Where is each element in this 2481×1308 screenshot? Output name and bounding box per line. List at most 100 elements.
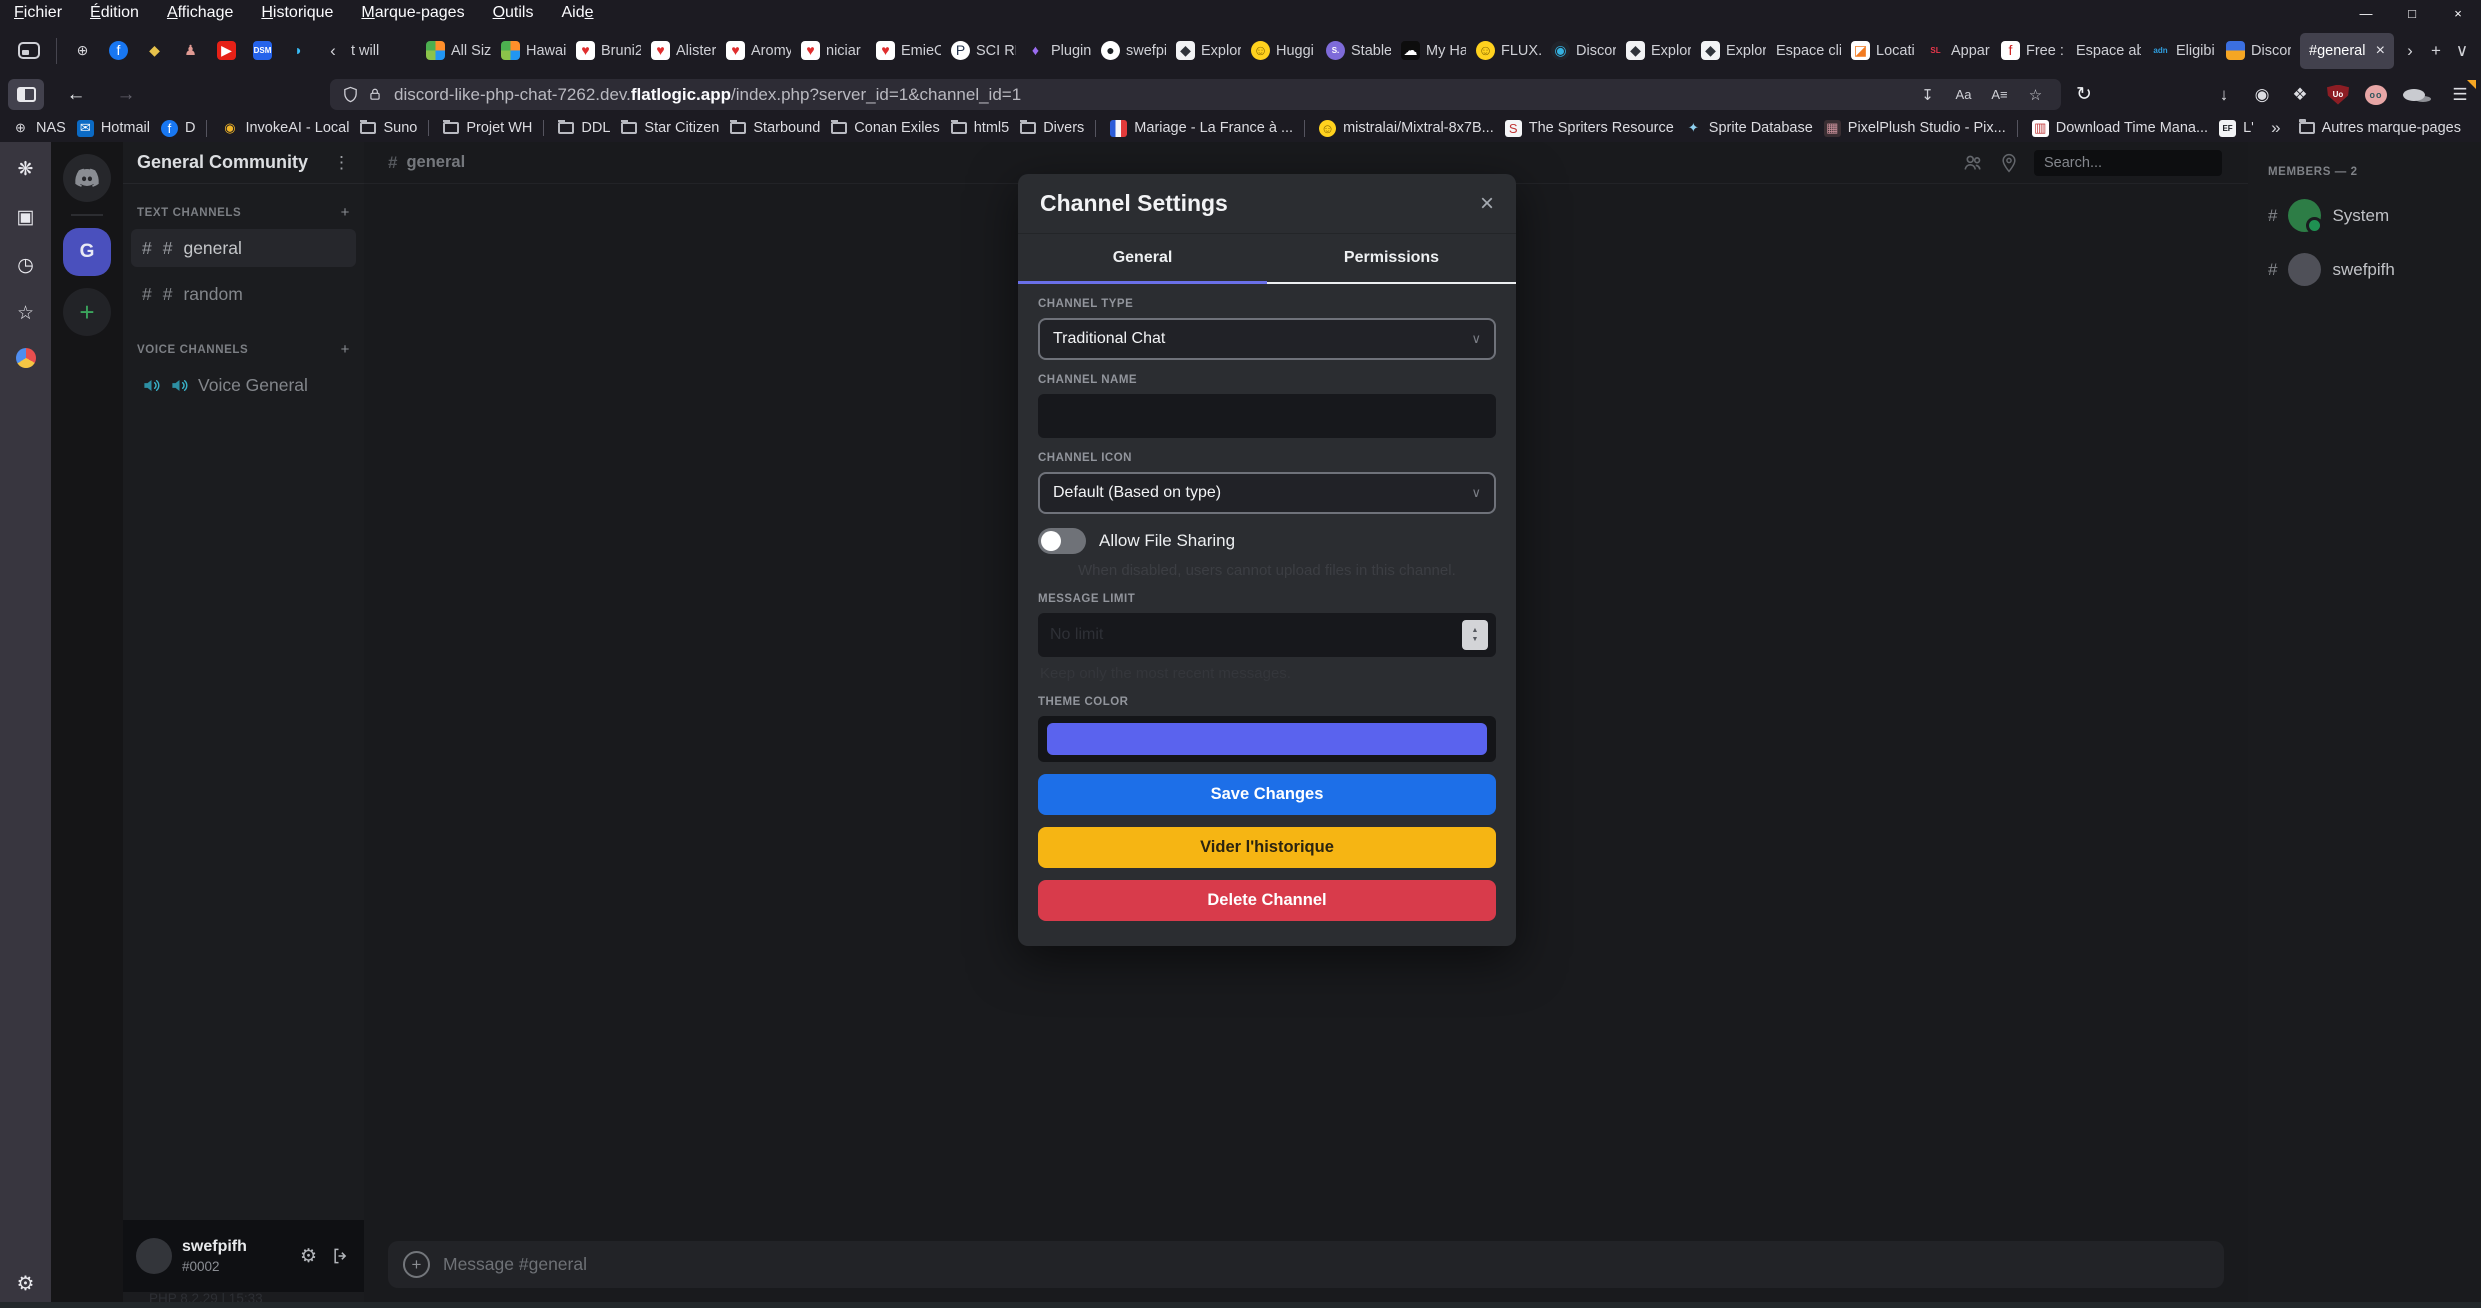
bookmark-item[interactable]: html5 — [951, 120, 1009, 136]
add-text-channel-icon[interactable]: + — [341, 204, 350, 221]
save-page-icon[interactable]: ↧ — [1914, 86, 1941, 104]
browser-tab[interactable]: ● swefpi — [1096, 33, 1171, 69]
screen-share-icon[interactable]: ▣ — [13, 204, 39, 230]
menu-item[interactable]: Marque-pages — [361, 4, 464, 22]
browser-tab[interactable]: Espace ab — [2071, 33, 2146, 69]
attach-plus-icon[interactable]: + — [403, 1251, 430, 1278]
bookmark-item[interactable]: Star Citizen — [621, 120, 719, 136]
close-tab-icon[interactable]: × — [2376, 42, 2385, 60]
member-item[interactable]: # System — [2248, 199, 2481, 232]
robot-extension-icon[interactable]: oo — [2365, 85, 2387, 105]
bookmarks-star-icon[interactable]: ☆ — [13, 300, 39, 326]
bookmark-item[interactable]: EF L'Encyclopédie Fantast... — [2219, 120, 2253, 137]
theme-color-picker[interactable] — [1038, 716, 1496, 762]
bookmark-item[interactable]: Starbound — [730, 120, 820, 136]
message-limit-input[interactable]: No limit ▲ ▼ — [1038, 613, 1496, 657]
active-tab[interactable]: #general × — [2300, 33, 2394, 69]
translate-icon[interactable]: Aa — [1950, 87, 1977, 102]
bookmark-item[interactable]: Suno — [360, 120, 417, 136]
browser-tab[interactable]: ♥ Aromy — [721, 33, 796, 69]
modal-action-button[interactable]: Vider l'historique — [1038, 827, 1496, 868]
browser-tab[interactable]: f Free : — [1996, 33, 2071, 69]
settings-gear-icon[interactable]: ⚙ — [300, 1245, 317, 1268]
browser-tab[interactable]: ☺ FLUX.2 — [1471, 33, 1546, 69]
scroll-tabs-left-icon[interactable]: ‹ — [320, 36, 346, 66]
menu-item[interactable]: Fichier — [14, 4, 62, 22]
channel-icon-select[interactable]: Default (Based on type) ∨ — [1038, 472, 1496, 514]
history-clock-icon[interactable]: ◷ — [13, 252, 39, 278]
browser-tab[interactable]: ♥ Bruni2 — [571, 33, 646, 69]
browser-tab[interactable]: ♥ EmieO — [871, 33, 946, 69]
downloads-icon[interactable]: ↓ — [2213, 83, 2235, 107]
tab-permissions[interactable]: Permissions — [1267, 234, 1516, 284]
minimize-icon[interactable]: — — [2343, 0, 2389, 26]
other-bookmarks-button[interactable]: Autres marque-pages — [2299, 120, 2461, 136]
forward-button[interactable]: → — [108, 79, 144, 110]
browser-tab[interactable]: ♦ Plugin — [1021, 33, 1096, 69]
browser-tab[interactable]: ☁ My Ha — [1396, 33, 1471, 69]
bookmarks-overflow-icon[interactable]: » — [2253, 118, 2298, 138]
browser-tab[interactable]: P SCI RE — [946, 33, 1021, 69]
bookmark-item[interactable]: Mariage - La France à ... — [1095, 120, 1293, 137]
bookmark-item[interactable]: Divers — [1020, 120, 1084, 136]
menu-hamburger-icon[interactable]: ☰ — [2449, 83, 2471, 107]
logout-icon[interactable] — [331, 1246, 351, 1266]
menu-item[interactable]: Affichage — [167, 4, 233, 22]
shield-icon[interactable] — [342, 85, 359, 104]
bookmark-item[interactable]: ☺ mistralai/Mixtral-8x7B... — [1304, 120, 1494, 137]
file-sharing-toggle[interactable] — [1038, 528, 1086, 554]
ai-chatbot-icon[interactable]: ❋ — [13, 156, 39, 182]
browser-tab[interactable]: t will — [346, 33, 421, 69]
tabs-dropdown-icon[interactable]: ∨ — [2449, 36, 2475, 66]
browser-tab[interactable]: ◆ Explor — [1621, 33, 1696, 69]
scroll-tabs-right-icon[interactable]: › — [2397, 36, 2423, 66]
browser-tab[interactable]: All Siz — [421, 33, 496, 69]
bookmark-item[interactable]: DDL — [543, 120, 610, 136]
member-item[interactable]: # swefpifh — [2248, 253, 2481, 286]
browser-tab[interactable]: Discor — [2221, 33, 2296, 69]
menu-item[interactable]: Outils — [493, 4, 534, 22]
browser-tab[interactable]: Espace clie — [1771, 33, 1846, 69]
bookmark-item[interactable]: Conan Exiles — [831, 120, 939, 136]
pinned-tab-globe[interactable]: ⊕ — [73, 41, 92, 60]
browser-tab[interactable]: ◪ Locati — [1846, 33, 1921, 69]
channel-item[interactable]: # # random — [131, 275, 356, 313]
number-spinner[interactable]: ▲ ▼ — [1462, 620, 1488, 650]
pinned-tab-dsm[interactable]: DSM — [253, 41, 272, 60]
back-button[interactable]: ← — [58, 79, 94, 110]
browser-tab[interactable]: ☺ Huggi — [1246, 33, 1321, 69]
menu-item[interactable]: Aide — [561, 4, 593, 22]
message-input[interactable]: + Message #general — [388, 1241, 2224, 1288]
pinned-tab-facebook[interactable]: f — [109, 41, 128, 60]
close-modal-icon[interactable]: × — [1480, 190, 1494, 218]
bookmark-item[interactable]: f D — [161, 120, 195, 137]
server-home-button[interactable] — [63, 154, 111, 202]
browser-tab[interactable]: ♥ Alister — [646, 33, 721, 69]
browser-tab[interactable]: Hawai — [496, 33, 571, 69]
bookmark-item[interactable]: Projet WH — [428, 120, 532, 136]
pin-icon[interactable] — [1999, 153, 2019, 173]
voice-channel-item[interactable]: Voice General — [131, 366, 356, 404]
browser-tab[interactable]: SL Appar — [1921, 33, 1996, 69]
channel-name-input[interactable] — [1038, 394, 1496, 438]
server-icon-general[interactable]: G — [63, 228, 111, 276]
containers-palette-icon[interactable] — [16, 348, 36, 368]
bookmark-star-icon[interactable]: ☆ — [2022, 86, 2049, 104]
account-icon[interactable]: ◉ — [2251, 83, 2273, 107]
browser-tab[interactable]: adn Eligibi — [2146, 33, 2221, 69]
bookmark-item[interactable]: ◉ InvokeAI - Local — [206, 120, 349, 137]
bookmark-item[interactable]: S The Spriters Resource — [1505, 120, 1674, 137]
menu-item[interactable]: Édition — [90, 4, 139, 22]
spin-up-icon[interactable]: ▲ — [1472, 627, 1479, 635]
browser-tab[interactable]: ◉ Discor — [1546, 33, 1621, 69]
menu-item[interactable]: Historique — [261, 4, 333, 22]
bookmark-item[interactable]: ✦ Sprite Database — [1685, 120, 1813, 137]
channel-item[interactable]: # # general — [131, 229, 356, 267]
bookmark-item[interactable]: ▥ Download Time Mana... — [2017, 120, 2208, 137]
browser-tab[interactable]: ◆ Explor — [1696, 33, 1771, 69]
bookmark-item[interactable]: ⊕ NAS — [12, 120, 66, 137]
spin-down-icon[interactable]: ▼ — [1472, 636, 1479, 644]
search-input[interactable] — [2034, 150, 2222, 176]
modal-action-button[interactable]: Save Changes — [1038, 774, 1496, 815]
bookmark-item[interactable]: ▦ PixelPlush Studio - Pix... — [1824, 120, 2006, 137]
